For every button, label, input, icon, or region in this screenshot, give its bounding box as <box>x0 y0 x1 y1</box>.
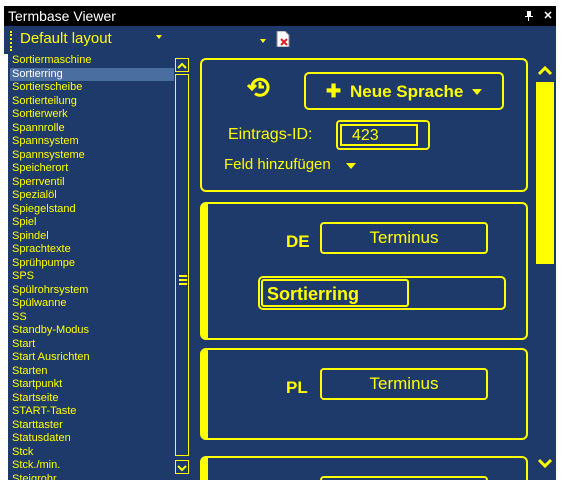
term-list-item[interactable]: Stck./min. <box>10 459 174 472</box>
language-card-next <box>200 456 528 480</box>
term-field[interactable]: Sortierring <box>258 276 506 310</box>
filter-dropdown[interactable] <box>174 28 272 52</box>
scroll-thumb[interactable] <box>175 74 189 456</box>
scroll-up-button[interactable] <box>175 58 189 72</box>
scroll-thumb[interactable] <box>536 82 554 264</box>
grip-icon <box>179 275 187 285</box>
entry-id-label: Eintrags-ID: <box>228 126 313 143</box>
term-list-item[interactable]: Sortierwerk <box>10 108 174 121</box>
term-list-item[interactable]: START-Taste <box>10 405 174 418</box>
history-icon[interactable] <box>246 74 273 100</box>
close-icon[interactable]: ✕ <box>541 9 555 23</box>
toolbar-grip <box>10 31 14 51</box>
term-list-item[interactable]: Steigrohr <box>10 473 174 480</box>
scroll-down-button[interactable] <box>536 454 554 472</box>
term-list-item[interactable]: Spannrolle <box>10 122 174 135</box>
entry-id-field[interactable]: 423 <box>336 120 430 150</box>
term-list-item[interactable]: Stck <box>10 446 174 459</box>
add-language-button[interactable]: ✚ Neue Sprache <box>304 72 504 110</box>
term-list-item[interactable]: Spannsysteme <box>10 149 174 162</box>
term-list-item[interactable]: Sortiermaschine <box>10 54 174 67</box>
language-card-de: DE Terminus Sortierring <box>200 202 528 340</box>
term-value-box: Sortierring <box>261 279 409 307</box>
entry-panel-scrollbar[interactable] <box>534 54 556 480</box>
term-list-item[interactable]: Spülwanne <box>10 297 174 310</box>
term-list-item[interactable]: Startpunkt <box>10 378 174 391</box>
term-list-item[interactable]: Starten <box>10 365 174 378</box>
entry-panel: ✚ Neue Sprache Eintrags-ID: 423 Feld hin… <box>192 54 534 480</box>
layout-dropdown[interactable]: Default layout <box>6 28 172 52</box>
term-list-item[interactable]: SS <box>10 311 174 324</box>
term-list-item[interactable]: Sortierteilung <box>10 95 174 108</box>
entry-id-value-box: 423 <box>340 124 418 146</box>
term-list-item[interactable]: Speicherort <box>10 162 174 175</box>
term-list-item[interactable]: Sprühpumpe <box>10 257 174 270</box>
term-list-item[interactable]: Sperrventil <box>10 176 174 189</box>
plus-icon: ✚ <box>326 81 342 101</box>
term-list-item[interactable]: Sortierring <box>10 67 174 81</box>
term-list-item[interactable]: Start Ausrichten <box>10 351 174 364</box>
language-code: DE <box>286 232 310 251</box>
terminus-button[interactable] <box>320 476 488 480</box>
termbase-viewer-window: Termbase Viewer ✕ Default layout Sortier… <box>0 0 564 480</box>
scroll-down-button[interactable] <box>175 460 189 474</box>
term-value: Sortierring <box>267 284 360 304</box>
term-list-item[interactable]: Spannsystem <box>10 135 174 148</box>
term-list-item[interactable]: Spezialöl <box>10 189 174 202</box>
term-list-item[interactable]: Sortierscheibe <box>10 81 174 94</box>
layout-dropdown-label: Default layout <box>20 30 112 47</box>
term-list-item[interactable]: SPS <box>10 270 174 283</box>
delete-document-icon[interactable] <box>276 30 290 48</box>
pin-icon[interactable] <box>522 9 536 23</box>
window-title: Termbase Viewer <box>8 8 116 24</box>
entry-header-card: ✚ Neue Sprache Eintrags-ID: 423 Feld hin… <box>200 58 528 192</box>
term-list-item[interactable]: Sprachtexte <box>10 243 174 256</box>
add-language-label: Neue Sprache <box>350 82 464 101</box>
term-list-item[interactable]: Starttaster <box>10 419 174 432</box>
term-list-item[interactable]: Spülrohrsystem <box>10 284 174 297</box>
term-list[interactable]: Sortiermaschine Sortierring Sortierscheibe… <box>8 54 174 480</box>
language-card-pl: PL Terminus <box>200 348 528 440</box>
term-list-item[interactable]: Spindel <box>10 230 174 243</box>
toolbar: Default layout <box>4 26 556 54</box>
scroll-up-button[interactable] <box>536 62 554 80</box>
term-list-scrollbar[interactable] <box>174 54 190 480</box>
term-list-item[interactable]: Statusdaten <box>10 432 174 445</box>
terminus-button[interactable]: Terminus <box>320 222 488 254</box>
term-list-item[interactable]: Start <box>10 338 174 351</box>
term-list-item[interactable]: Spiegelstand <box>10 203 174 216</box>
term-list-item[interactable]: Spiel <box>10 216 174 229</box>
add-field-button[interactable]: Feld hinzufügen <box>224 156 331 173</box>
chevron-down-icon <box>156 35 162 39</box>
title-bar: Termbase Viewer ✕ <box>4 6 556 26</box>
chevron-down-icon <box>260 39 266 43</box>
caret-down-icon <box>346 163 356 169</box>
term-list-item[interactable]: Startseite <box>10 392 174 405</box>
term-list-item[interactable]: Standby-Modus <box>10 324 174 337</box>
caret-down-icon <box>472 89 482 95</box>
terminus-button[interactable]: Terminus <box>320 368 488 400</box>
language-code: PL <box>286 378 308 397</box>
entry-id-value: 423 <box>352 127 379 144</box>
